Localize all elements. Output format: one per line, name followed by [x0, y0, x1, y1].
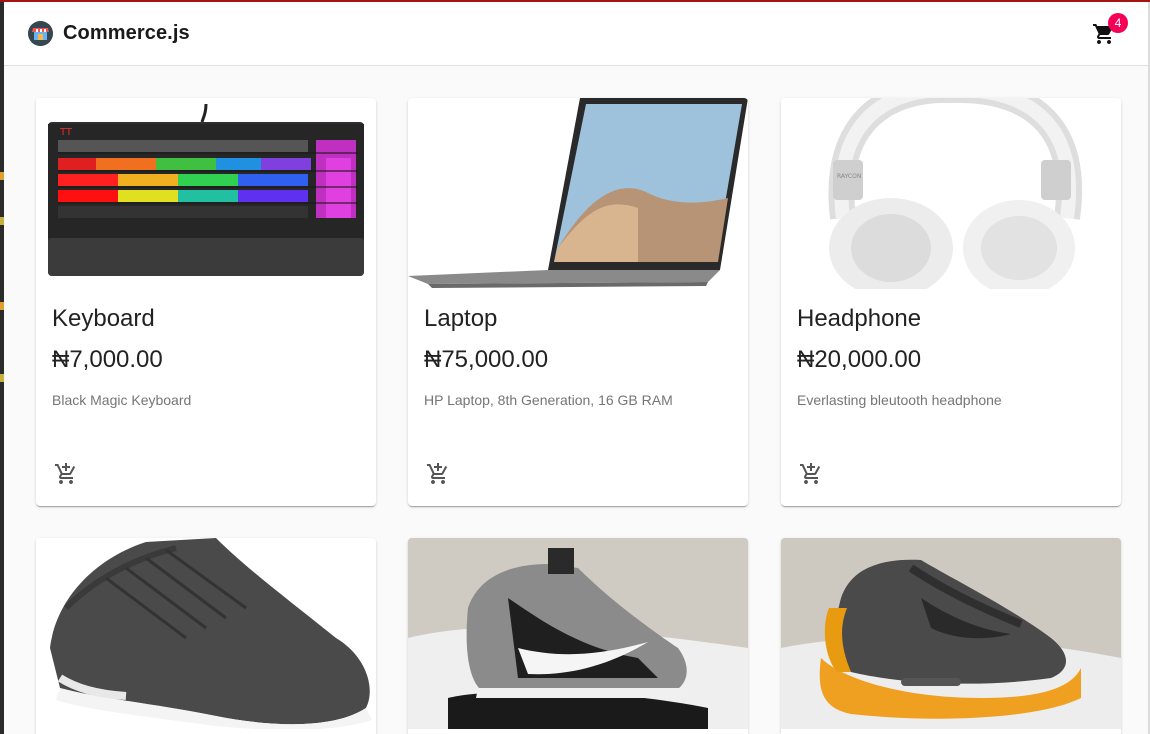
cart-button[interactable]: 4	[1082, 12, 1128, 56]
product-image-adapt-sneaker	[781, 538, 1121, 729]
product-card	[408, 538, 748, 734]
app-bar: Commerce.js 4	[4, 2, 1148, 66]
product-name: Keyboard	[52, 305, 155, 332]
product-image-laptop	[408, 98, 748, 289]
brand-title: Commerce.js	[63, 22, 190, 44]
product-price: ₦75,000.00	[424, 346, 549, 373]
add-to-cart-button[interactable]	[426, 462, 452, 488]
add-shopping-cart-icon	[800, 463, 821, 484]
product-card: RAYCON Headphone ₦20,000.00 Everlasting …	[781, 98, 1121, 506]
product-image-keyboard: TT	[36, 98, 376, 289]
add-shopping-cart-icon	[427, 463, 448, 484]
product-name: Laptop	[424, 305, 498, 332]
svg-text:TT: TT	[59, 127, 73, 138]
product-image-dunk-sneaker	[408, 538, 748, 729]
add-to-cart-button[interactable]	[54, 462, 80, 488]
brand[interactable]: Commerce.js	[28, 21, 190, 46]
product-description: Everlasting bleutooth headphone	[797, 392, 1002, 408]
store-logo-icon	[28, 21, 53, 46]
product-card: Laptop ₦75,000.00 HP Laptop, 8th Generat…	[408, 98, 748, 506]
product-image-sneaker	[36, 538, 376, 729]
product-description: HP Laptop, 8th Generation, 16 GB RAM	[424, 392, 673, 408]
cart-count-badge: 4	[1108, 13, 1128, 33]
add-to-cart-button[interactable]	[799, 462, 825, 488]
product-price: ₦7,000.00	[52, 346, 163, 373]
svg-text:RAYCON: RAYCON	[837, 173, 861, 180]
product-image-headphone: RAYCON	[781, 98, 1121, 289]
product-card	[36, 538, 376, 734]
product-card	[781, 538, 1121, 734]
add-shopping-cart-icon	[55, 463, 76, 484]
app-window: Commerce.js 4 TT Keyboard ₦7,000.00 Blac…	[4, 2, 1148, 734]
product-description: Black Magic Keyboard	[52, 392, 192, 408]
product-name: Headphone	[797, 305, 922, 332]
product-price: ₦20,000.00	[797, 346, 922, 373]
product-card: TT Keyboard ₦7,000.00 Black Magic Keyboa…	[36, 98, 376, 506]
